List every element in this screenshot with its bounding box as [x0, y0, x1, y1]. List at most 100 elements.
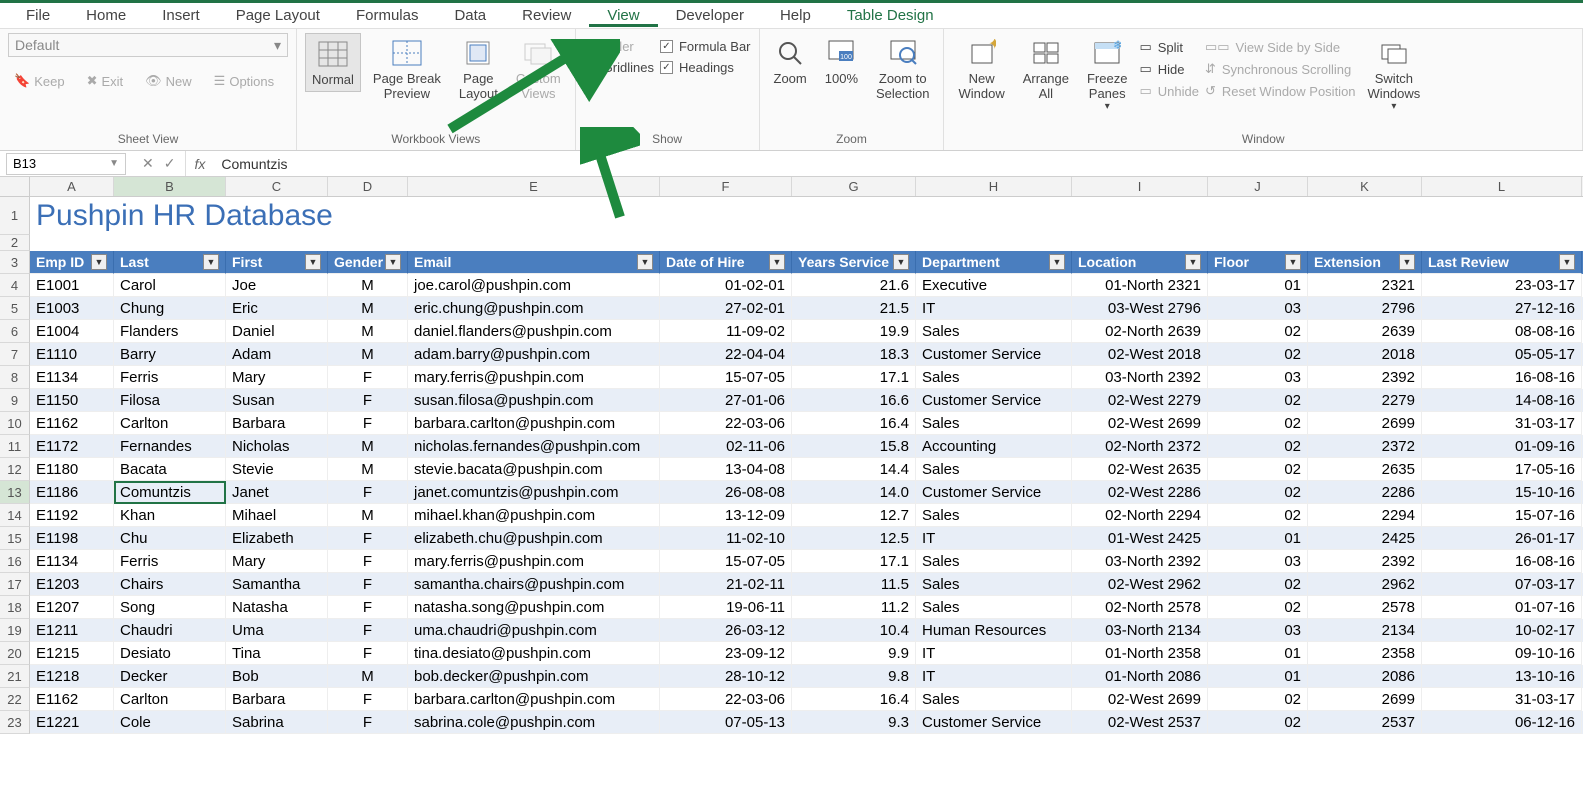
arrangeall-button[interactable]: Arrange All [1017, 33, 1075, 105]
customviews-button[interactable]: Custom Views [510, 33, 567, 105]
zoom100-button[interactable]: 100100% [819, 33, 864, 90]
cell-E23[interactable]: sabrina.cole@pushpin.com [408, 711, 660, 734]
cell-C10[interactable]: Barbara [226, 412, 328, 435]
cell-H15[interactable]: IT [916, 527, 1072, 550]
cell-E16[interactable]: mary.ferris@pushpin.com [408, 550, 660, 573]
row-header-15[interactable]: 15 [0, 527, 30, 550]
fx-icon[interactable]: fx [186, 156, 213, 172]
cell-K11[interactable]: 2372 [1308, 435, 1422, 458]
cell-E11[interactable]: nicholas.fernandes@pushpin.com [408, 435, 660, 458]
cell-B11[interactable]: Fernandes [114, 435, 226, 458]
filter-icon[interactable]: ▼ [769, 254, 785, 270]
menu-data[interactable]: Data [436, 4, 504, 27]
menu-table-design[interactable]: Table Design [829, 4, 952, 27]
filter-icon[interactable]: ▼ [637, 254, 653, 270]
row-header-14[interactable]: 14 [0, 504, 30, 527]
menu-home[interactable]: Home [68, 4, 144, 27]
cell-A22[interactable]: E1162 [30, 688, 114, 711]
cell-J9[interactable]: 02 [1208, 389, 1308, 412]
cell-J6[interactable]: 02 [1208, 320, 1308, 343]
cell-E10[interactable]: barbara.carlton@pushpin.com [408, 412, 660, 435]
cell-L23[interactable]: 06-12-16 [1422, 711, 1582, 734]
cell-H16[interactable]: Sales [916, 550, 1072, 573]
row-header-13[interactable]: 13 [0, 481, 30, 504]
cell-B10[interactable]: Carlton [114, 412, 226, 435]
cell-B6[interactable]: Flanders [114, 320, 226, 343]
cell-G9[interactable]: 16.6 [792, 389, 916, 412]
cell-J19[interactable]: 03 [1208, 619, 1308, 642]
cell-D23[interactable]: F [328, 711, 408, 734]
hide-button[interactable]: ▭Hide [1139, 61, 1199, 77]
cell-G6[interactable]: 19.9 [792, 320, 916, 343]
newwindow-button[interactable]: ✦New Window [952, 33, 1010, 105]
cell-J23[interactable]: 02 [1208, 711, 1308, 734]
cell-F9[interactable]: 27-01-06 [660, 389, 792, 412]
cell-H23[interactable]: Customer Service [916, 711, 1072, 734]
cell-K7[interactable]: 2018 [1308, 343, 1422, 366]
row-header-2[interactable]: 2 [0, 235, 30, 251]
cell-A17[interactable]: E1203 [30, 573, 114, 596]
cell-C19[interactable]: Uma [226, 619, 328, 642]
cell-C18[interactable]: Natasha [226, 596, 328, 619]
cell-B4[interactable]: Carol [114, 274, 226, 297]
cell-K8[interactable]: 2392 [1308, 366, 1422, 389]
cell-H20[interactable]: IT [916, 642, 1072, 665]
cell-J14[interactable]: 02 [1208, 504, 1308, 527]
menu-view[interactable]: View [589, 4, 657, 27]
cell-D7[interactable]: M [328, 343, 408, 366]
col-header-H[interactable]: H [916, 177, 1072, 196]
col-header-D[interactable]: D [328, 177, 408, 196]
cell-J16[interactable]: 03 [1208, 550, 1308, 573]
cell-E6[interactable]: daniel.flanders@pushpin.com [408, 320, 660, 343]
options-button[interactable]: ☰Options [208, 71, 280, 91]
cell-J21[interactable]: 01 [1208, 665, 1308, 688]
zoom-button[interactable]: Zoom [768, 33, 813, 90]
cell-G10[interactable]: 16.4 [792, 412, 916, 435]
cell-E18[interactable]: natasha.song@pushpin.com [408, 596, 660, 619]
cell-H13[interactable]: Customer Service [916, 481, 1072, 504]
cell-A8[interactable]: E1134 [30, 366, 114, 389]
row-header-8[interactable]: 8 [0, 366, 30, 389]
cell-I14[interactable]: 02-North 2294 [1072, 504, 1208, 527]
cell-K10[interactable]: 2699 [1308, 412, 1422, 435]
cell-F11[interactable]: 02-11-06 [660, 435, 792, 458]
accept-icon[interactable]: ✓ [164, 155, 176, 172]
cell-I20[interactable]: 01-North 2358 [1072, 642, 1208, 665]
cell-L6[interactable]: 08-08-16 [1422, 320, 1582, 343]
table-header-gender[interactable]: Gender▼ [328, 251, 408, 274]
cell-B18[interactable]: Song [114, 596, 226, 619]
cell-D5[interactable]: M [328, 297, 408, 320]
cell-F20[interactable]: 23-09-12 [660, 642, 792, 665]
cell-F14[interactable]: 13-12-09 [660, 504, 792, 527]
cell-K18[interactable]: 2578 [1308, 596, 1422, 619]
filter-icon[interactable]: ▼ [1049, 254, 1065, 270]
cell-F13[interactable]: 26-08-08 [660, 481, 792, 504]
cell-I23[interactable]: 02-West 2537 [1072, 711, 1208, 734]
cell-J20[interactable]: 01 [1208, 642, 1308, 665]
cell-B21[interactable]: Decker [114, 665, 226, 688]
cell-G5[interactable]: 21.5 [792, 297, 916, 320]
cell-I7[interactable]: 02-West 2018 [1072, 343, 1208, 366]
cell-F4[interactable]: 01-02-01 [660, 274, 792, 297]
col-header-I[interactable]: I [1072, 177, 1208, 196]
cell-F12[interactable]: 13-04-08 [660, 458, 792, 481]
cell-B7[interactable]: Barry [114, 343, 226, 366]
cell-B22[interactable]: Carlton [114, 688, 226, 711]
cell-K23[interactable]: 2537 [1308, 711, 1422, 734]
cell-E21[interactable]: bob.decker@pushpin.com [408, 665, 660, 688]
cell-A9[interactable]: E1150 [30, 389, 114, 412]
cell-J13[interactable]: 02 [1208, 481, 1308, 504]
row-header-11[interactable]: 11 [0, 435, 30, 458]
cell-E8[interactable]: mary.ferris@pushpin.com [408, 366, 660, 389]
table-header-last-review[interactable]: Last Review▼ [1422, 251, 1582, 274]
cell-B15[interactable]: Chu [114, 527, 226, 550]
cell-A23[interactable]: E1221 [30, 711, 114, 734]
cell-J7[interactable]: 02 [1208, 343, 1308, 366]
cell-J15[interactable]: 01 [1208, 527, 1308, 550]
cell-E22[interactable]: barbara.carlton@pushpin.com [408, 688, 660, 711]
col-header-J[interactable]: J [1208, 177, 1308, 196]
formulabar-check[interactable]: ✓Formula Bar [660, 39, 751, 54]
cell-J11[interactable]: 02 [1208, 435, 1308, 458]
cell-B16[interactable]: Ferris [114, 550, 226, 573]
cell-L20[interactable]: 09-10-16 [1422, 642, 1582, 665]
